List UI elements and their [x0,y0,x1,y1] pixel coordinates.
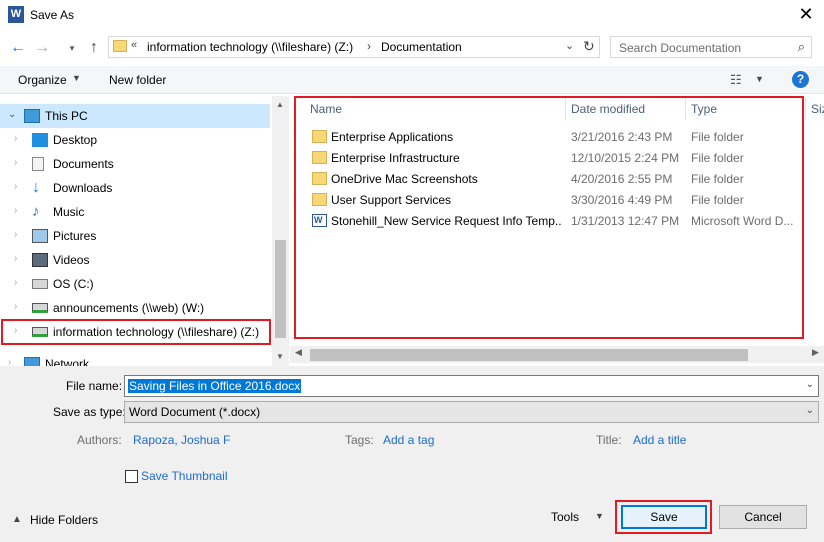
scrollbar-thumb[interactable] [275,240,286,338]
word-app-icon: W [8,6,24,23]
sidebar-item-label: announcements (\\web) (W:) [53,301,205,315]
scrollbar-thumb[interactable] [310,349,748,361]
expand-chevron-icon[interactable]: ⌄ [8,109,16,120]
file-name-label: File name: [66,379,123,393]
organize-button[interactable]: Organize [18,73,67,87]
title-bar: W Save As ✕ [0,0,824,30]
sidebar-item-network[interactable]: › Network [0,352,270,366]
sidebar-item-label: Videos [53,253,90,267]
help-icon[interactable]: ? [792,71,809,88]
file-name-input[interactable]: Saving Files in Office 2016.docx ⌄ [124,375,819,397]
search-icon[interactable]: ⌕ [798,39,805,55]
network-drive-icon [32,303,48,313]
computer-icon [24,109,40,123]
expand-chevron-icon[interactable]: › [14,157,17,168]
chevron-down-icon[interactable]: ⌄ [806,405,814,416]
save-as-type-label: Save as type: [53,405,126,419]
highlight-box-selected-drive [1,319,271,345]
expand-chevron-icon[interactable]: › [14,181,17,192]
sidebar-item-documents[interactable]: › Documents [0,152,270,176]
scroll-up-icon[interactable]: ▲ [276,100,284,109]
search-placeholder: Search Documentation [619,41,742,55]
scroll-left-icon[interactable]: ◀ [295,347,302,358]
music-icon: ♪ [32,203,40,220]
sidebar-item-label: Network [45,357,90,366]
new-folder-button[interactable]: New folder [109,73,166,87]
expand-chevron-icon[interactable]: › [14,277,17,288]
chevron-up-icon[interactable]: ▲ [12,514,22,525]
add-title-link[interactable]: Add a title [633,433,686,447]
highlight-box-file-list [294,96,804,339]
sidebar-item-label: OS (C:) [53,277,94,291]
scroll-right-icon[interactable]: ▶ [812,347,819,358]
chevron-down-icon[interactable]: ▼ [72,73,81,83]
scroll-down-icon[interactable]: ▼ [276,352,284,361]
sidebar-item-label: Pictures [53,229,97,243]
sidebar-item-label: Documents [53,157,114,171]
command-toolbar: Organize ▼ New folder ☷ ▼ ? [0,66,824,94]
authors-value[interactable]: Rapoza, Joshua F [133,433,230,447]
folder-icon [113,40,127,52]
sidebar-item-label: Music [53,205,85,219]
recent-locations-chevron-icon[interactable]: ▾ [62,38,82,58]
expand-chevron-icon[interactable]: › [14,133,17,144]
sidebar-item-videos[interactable]: › Videos [0,248,270,272]
sidebar-item-announcements-w[interactable]: › announcements (\\web) (W:) [0,296,270,320]
tools-button[interactable]: Tools [551,510,579,524]
chevron-down-icon[interactable]: ⌄ [806,379,814,390]
address-separator-icon[interactable]: › [367,39,371,53]
save-as-type-select[interactable]: Word Document (*.docx) ⌄ [124,401,819,423]
expand-chevron-icon[interactable]: › [8,357,11,366]
expand-chevron-icon[interactable]: › [14,301,17,312]
save-as-type-value: Word Document (*.docx) [129,405,261,419]
desktop-icon [32,133,48,147]
add-tag-link[interactable]: Add a tag [383,433,434,447]
hide-folders-button[interactable]: Hide Folders [30,513,98,527]
videos-icon [32,253,48,267]
sidebar-item-label: This PC [45,109,88,123]
expand-chevron-icon[interactable]: › [14,229,17,240]
search-input[interactable]: Search Documentation ⌕ [610,36,812,58]
sidebar-item-pictures[interactable]: › Pictures [0,224,270,248]
address-segment-drive[interactable]: information technology (\\fileshare) (Z:… [147,40,353,54]
window-title: Save As [30,8,75,22]
sidebar-item-desktop[interactable]: › Desktop [0,128,270,152]
pictures-icon [32,229,48,243]
save-thumbnail-checkbox[interactable] [125,470,138,483]
cancel-button[interactable]: Cancel [719,505,807,529]
up-arrow-icon[interactable]: ↑ [84,38,104,58]
sidebar-item-downloads[interactable]: › ↓ Downloads [0,176,270,200]
back-arrow-icon[interactable]: ← [8,38,28,58]
tags-label: Tags: [345,433,374,447]
address-overflow-chevron[interactable]: « [131,39,137,51]
save-thumbnail-label[interactable]: Save Thumbnail [141,469,228,483]
file-name-value[interactable]: Saving Files in Office 2016.docx [128,379,302,393]
address-bar[interactable]: « information technology (\\fileshare) (… [108,36,600,58]
address-segment-folder[interactable]: Documentation [381,40,462,54]
view-options-icon[interactable]: ☷ [730,72,742,88]
downloads-icon: ↓ [32,179,40,196]
authors-label: Authors: [77,433,122,447]
sidebar-item-this-pc[interactable]: ⌄ This PC [0,104,270,128]
chevron-down-icon[interactable]: ▼ [755,74,764,84]
expand-chevron-icon[interactable]: › [14,205,17,216]
chevron-down-icon[interactable]: ⌄ [565,39,574,52]
close-icon[interactable]: ✕ [794,3,818,25]
sidebar-item-music[interactable]: › ♪ Music [0,200,270,224]
network-icon [24,357,40,366]
highlight-box-save-button [615,500,712,534]
chevron-down-icon[interactable]: ▼ [595,511,604,521]
drive-icon [32,279,48,289]
forward-arrow-icon[interactable]: → [32,38,52,58]
sidebar-item-label: Desktop [53,133,98,147]
expand-chevron-icon[interactable]: › [14,253,17,264]
sidebar-item-os-c[interactable]: › OS (C:) [0,272,270,296]
title-label: Title: [596,433,622,447]
column-divider[interactable] [805,98,806,120]
sidebar-item-label: Downloads [53,181,113,195]
refresh-icon[interactable]: ↻ [583,38,595,55]
documents-icon [32,157,44,171]
column-header-size[interactable]: Siz [811,102,824,116]
